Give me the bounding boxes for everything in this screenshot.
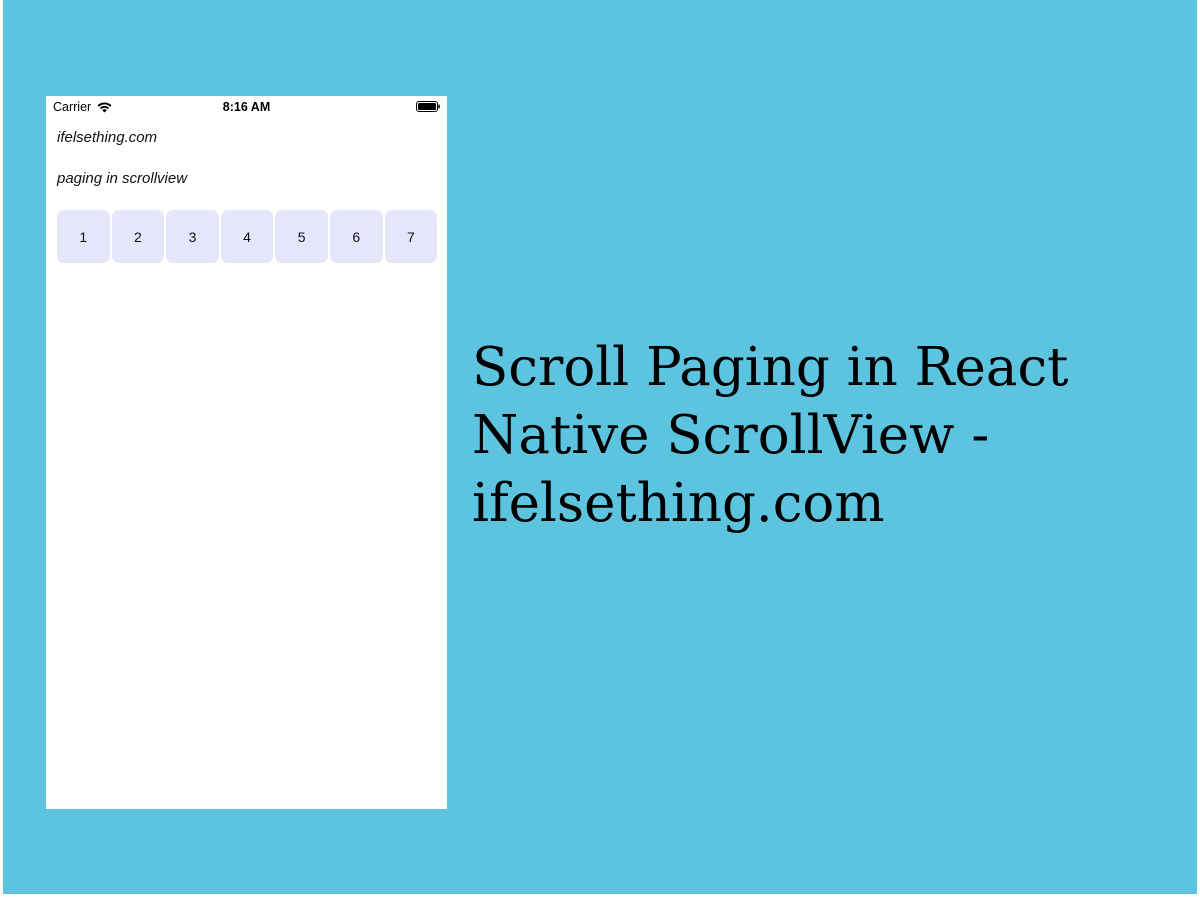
- headline-line-3: ifelsething.com: [472, 473, 885, 534]
- paging-label: paging in scrollview: [57, 170, 188, 187]
- banner-background: Carrier 8:16 AM ifelsething.com paging i…: [3, 0, 1197, 894]
- site-label: ifelsething.com: [57, 129, 158, 146]
- headline: Scroll Paging in React Native ScrollView…: [472, 334, 1172, 538]
- page-item-5[interactable]: 5: [275, 210, 328, 263]
- page-item-2[interactable]: 2: [111, 210, 165, 263]
- page-item-6[interactable]: 6: [329, 210, 383, 263]
- page-item-7[interactable]: 7: [384, 210, 438, 263]
- headline-line-2: Native ScrollView -: [472, 405, 990, 466]
- page-item-3[interactable]: 3: [166, 210, 219, 263]
- battery-icon: [416, 101, 440, 112]
- page-item-4[interactable]: 4: [220, 210, 274, 263]
- page-item-1[interactable]: 1: [57, 210, 110, 263]
- status-time: 8:16 AM: [222, 100, 271, 114]
- paging-scrollview[interactable]: 1 2 3 4 5 6 7: [57, 210, 438, 263]
- headline-line-1: Scroll Paging in React: [472, 337, 1069, 398]
- status-bar: Carrier 8:16 AM: [46, 96, 447, 118]
- phone-screen: Carrier 8:16 AM ifelsething.com paging i…: [46, 96, 447, 809]
